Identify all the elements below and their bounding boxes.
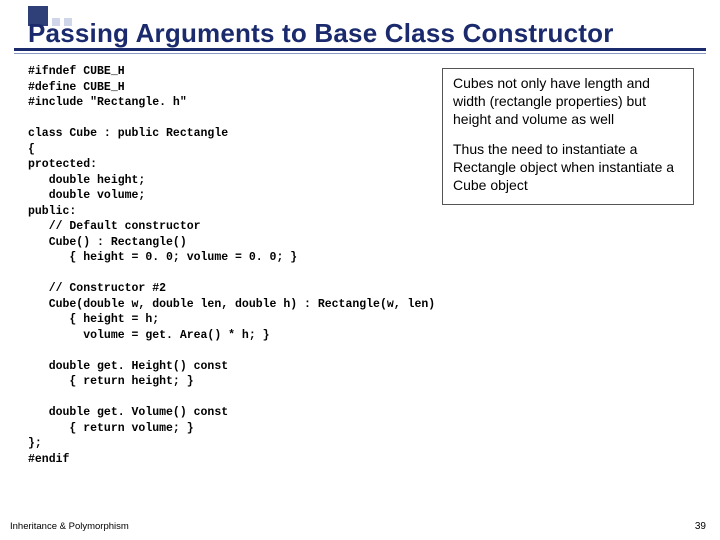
title-rule-thick [14,48,706,51]
page-number: 39 [695,521,706,532]
code-block: #ifndef CUBE_H #define CUBE_H #include "… [28,64,435,467]
callout-box: Cubes not only have length and width (re… [442,68,694,205]
callout-p1: Cubes not only have length and width (re… [453,75,683,129]
footer-topic: Inheritance & Polymorphism [10,521,129,532]
slide: Passing Arguments to Base Class Construc… [0,0,720,540]
callout-p2: Thus the need to instantiate a Rectangle… [453,141,683,195]
title-rule-thin [14,53,706,54]
page-title: Passing Arguments to Base Class Construc… [28,18,614,49]
